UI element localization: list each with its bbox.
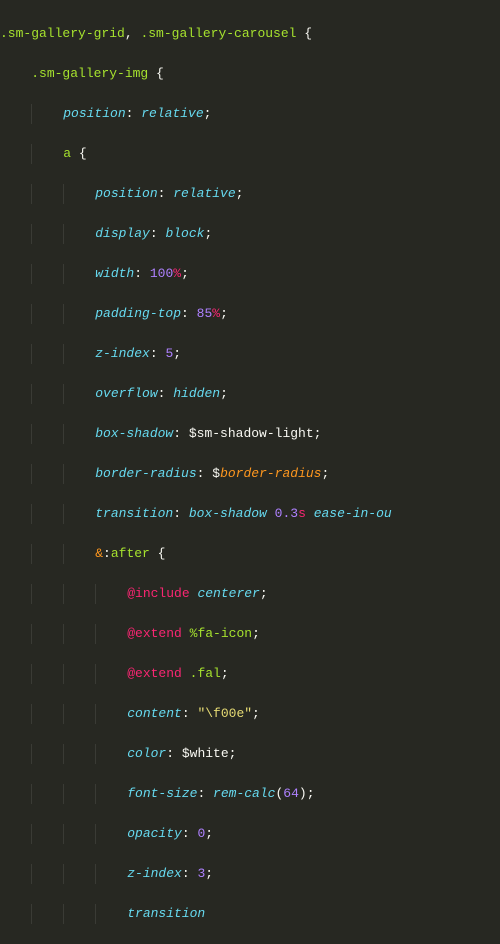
code-line: box-shadow: $sm-shadow-light; [0, 424, 500, 444]
code-line: border-radius: $border-radius; [0, 464, 500, 484]
selector: .sm-gallery-img [31, 66, 148, 81]
code-line: font-size: rem-calc(64); [0, 784, 500, 804]
code-line: @extend %fa-icon; [0, 624, 500, 644]
selector: a [63, 146, 71, 161]
code-line: z-index: 5; [0, 344, 500, 364]
code-line: transition: box-shadow 0.3s ease-in-ou [0, 504, 500, 524]
code-line: overflow: hidden; [0, 384, 500, 404]
code-line: display: block; [0, 224, 500, 244]
code-line: content: "\f00e"; [0, 704, 500, 724]
code-line: position: relative; [0, 184, 500, 204]
code-line: transition [0, 904, 500, 924]
selector: .sm-gallery-grid [0, 26, 125, 41]
code-line: padding-top: 85%; [0, 304, 500, 324]
code-line: @extend .fal; [0, 664, 500, 684]
code-line: .sm-gallery-grid, .sm-gallery-carousel { [0, 24, 500, 44]
code-line: color: $white; [0, 744, 500, 764]
selector: .sm-gallery-carousel [140, 26, 296, 41]
code-line: @include centerer; [0, 584, 500, 604]
code-line: a { [0, 144, 500, 164]
code-editor: .sm-gallery-grid, .sm-gallery-carousel {… [0, 0, 500, 944]
code-line: opacity: 0; [0, 824, 500, 844]
code-line: .sm-gallery-img { [0, 64, 500, 84]
code-line: &:after { [0, 544, 500, 564]
code-line: z-index: 3; [0, 864, 500, 884]
code-line: position: relative; [0, 104, 500, 124]
code-line: width: 100%; [0, 264, 500, 284]
